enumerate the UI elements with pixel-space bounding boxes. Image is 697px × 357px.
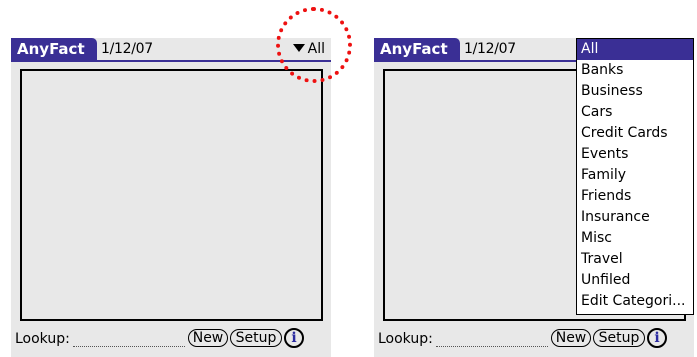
new-button[interactable]: New <box>188 329 228 347</box>
lookup-input[interactable] <box>73 346 185 347</box>
dropdown-item[interactable]: Travel <box>577 249 693 270</box>
dropdown-item[interactable]: Banks <box>577 60 693 81</box>
bottom-bar: Lookup: New Setup i <box>11 328 331 352</box>
bottom-bar: Lookup: New Setup i <box>374 328 694 352</box>
info-icon[interactable]: i <box>647 328 667 348</box>
dropdown-item[interactable]: Events <box>577 144 693 165</box>
dropdown-item[interactable]: Misc <box>577 228 693 249</box>
palm-screen-left: AnyFact 1/12/07 All Lookup: New Setup i <box>11 38 331 357</box>
dropdown-item[interactable]: All <box>577 39 693 60</box>
app-title[interactable]: AnyFact <box>374 38 460 60</box>
setup-button[interactable]: Setup <box>230 329 282 347</box>
lookup-input[interactable] <box>436 346 548 347</box>
dropdown-item[interactable]: Business <box>577 81 693 102</box>
lookup-label: Lookup: <box>15 331 70 347</box>
dropdown-item[interactable]: Cars <box>577 102 693 123</box>
new-button[interactable]: New <box>551 329 591 347</box>
dropdown-item[interactable]: Insurance <box>577 207 693 228</box>
dropdown-item[interactable]: Edit Categori... <box>577 291 693 312</box>
category-dropdown-menu[interactable]: All Banks Business Cars Credit Cards Events Fa… <box>576 38 694 315</box>
info-icon[interactable]: i <box>284 328 304 348</box>
records-list[interactable] <box>20 69 323 321</box>
palm-screen-right: AnyFact 1/12/07 Lookup: New Setup i All B… <box>374 38 694 357</box>
dropdown-item[interactable]: Family <box>577 165 693 186</box>
lookup-label: Lookup: <box>378 331 433 347</box>
dropdown-item[interactable]: Friends <box>577 186 693 207</box>
title-date: 1/12/07 <box>101 41 153 57</box>
setup-button[interactable]: Setup <box>593 329 645 347</box>
dropdown-item[interactable]: Credit Cards <box>577 123 693 144</box>
dropdown-item[interactable]: Unfiled <box>577 270 693 291</box>
app-title[interactable]: AnyFact <box>11 38 97 60</box>
title-date: 1/12/07 <box>464 41 516 57</box>
highlight-circle-annotation <box>276 7 352 83</box>
